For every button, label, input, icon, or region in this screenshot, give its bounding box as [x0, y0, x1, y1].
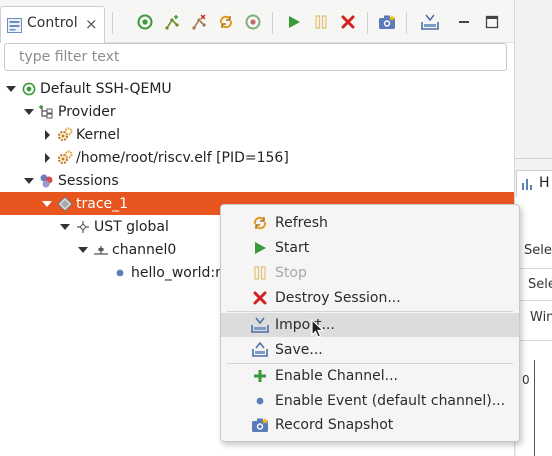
- menu-label: Destroy Session...: [275, 290, 401, 306]
- target-connected-icon: [21, 81, 37, 97]
- tree-item-process[interactable]: /home/root/riscv.elf [PID=156]: [40, 146, 289, 169]
- menu-item-stop[interactable]: Stop: [221, 261, 519, 285]
- tree-item-channel0[interactable]: channel0: [76, 238, 176, 261]
- selection-end-label: Sele: [528, 277, 552, 292]
- tree-label: /home/root/riscv.elf [PID=156]: [76, 149, 289, 166]
- toolbar-separator: [272, 12, 273, 34]
- tab-control[interactable]: Control ×: [0, 6, 105, 43]
- stop-icon: [251, 264, 269, 282]
- delete-connection-icon[interactable]: [190, 13, 208, 31]
- destroy-icon[interactable]: [339, 13, 357, 31]
- window-span-label: Win: [530, 310, 552, 325]
- row-divider: [518, 300, 552, 301]
- filter-box[interactable]: [4, 43, 507, 71]
- row-divider: [518, 268, 552, 269]
- event-icon: [112, 265, 128, 281]
- menu-item-destroy-session[interactable]: Destroy Session...: [221, 286, 519, 310]
- collapsed-arrow-icon[interactable]: [40, 128, 54, 142]
- minimize-icon[interactable]: [455, 13, 473, 31]
- menu-item-enable-channel[interactable]: Enable Channel...: [221, 364, 519, 388]
- menu-label: Record Snapshot: [275, 417, 394, 433]
- toolbar-separator: [112, 12, 113, 34]
- gears-icon: [57, 150, 73, 166]
- close-icon[interactable]: ×: [85, 15, 98, 33]
- domain-icon: [75, 219, 91, 235]
- expanded-arrow-icon[interactable]: [76, 243, 90, 257]
- expanded-arrow-icon[interactable]: [22, 105, 36, 119]
- tree-label: Provider: [58, 103, 116, 120]
- tree-item-provider[interactable]: Provider: [22, 100, 116, 123]
- maximize-icon[interactable]: [483, 13, 501, 31]
- gears-icon: [57, 127, 73, 143]
- menu-label: Import...: [275, 317, 335, 333]
- record-snapshot-icon: [251, 416, 269, 434]
- start-icon[interactable]: [285, 13, 303, 31]
- tree-item-kernel[interactable]: Kernel: [40, 123, 120, 146]
- axis-line: [534, 360, 535, 456]
- tree-item-target[interactable]: Default SSH-QEMU: [0, 77, 514, 100]
- menu-item-start[interactable]: Start: [221, 236, 519, 260]
- tree-label: UST global: [94, 218, 169, 235]
- session-icon: [57, 195, 73, 212]
- filter-input[interactable]: [17, 44, 501, 70]
- mouse-cursor-icon: [311, 318, 325, 343]
- tree-label: channel0: [112, 241, 177, 258]
- menu-label: Save...: [275, 342, 323, 358]
- disconnect-icon[interactable]: [244, 13, 262, 31]
- refresh-tool-icon[interactable]: [217, 13, 235, 31]
- stop-icon[interactable]: [312, 13, 330, 31]
- import-icon: [251, 316, 269, 334]
- toolbar-separator: [367, 12, 368, 34]
- record-snapshot-icon[interactable]: [378, 13, 396, 31]
- menu-item-refresh[interactable]: Refresh: [221, 211, 519, 235]
- toolbar-separator: [406, 12, 407, 34]
- menu-label: Stop: [275, 265, 307, 281]
- expanded-arrow-icon[interactable]: [22, 174, 36, 188]
- import-icon[interactable]: [421, 13, 439, 31]
- tab-label: H: [539, 175, 550, 191]
- tree-label: trace_1: [76, 195, 129, 212]
- sessions-icon: [39, 173, 55, 189]
- destroy-icon: [251, 289, 269, 307]
- tree-label: hello_world:m: [131, 264, 229, 281]
- tab-histogram[interactable]: H: [516, 170, 552, 198]
- menu-item-save[interactable]: Save...: [221, 338, 519, 362]
- tree-label: Sessions: [58, 172, 119, 189]
- event-icon: [251, 392, 269, 410]
- menu-separator: [227, 311, 513, 312]
- channel-icon: [93, 242, 109, 258]
- refresh-icon: [251, 214, 269, 232]
- menu-label: Enable Event (default channel)...: [275, 393, 506, 409]
- provider-icon: [39, 104, 55, 120]
- save-icon: [251, 341, 269, 359]
- expanded-arrow-icon[interactable]: [4, 82, 18, 96]
- selection-start-label: Sele: [524, 243, 552, 258]
- axis-value: 0: [522, 373, 530, 387]
- add-icon: [251, 367, 269, 385]
- menu-label: Enable Channel...: [275, 368, 398, 384]
- tree-item-ust-global[interactable]: UST global: [58, 215, 169, 238]
- collapsed-arrow-icon[interactable]: [40, 151, 54, 165]
- new-connection-icon[interactable]: [163, 13, 181, 31]
- menu-item-record-snapshot[interactable]: Record Snapshot: [221, 413, 519, 437]
- tree-label: Kernel: [76, 126, 120, 143]
- menu-item-import[interactable]: Import...: [221, 313, 519, 337]
- expanded-arrow-icon[interactable]: [58, 220, 72, 234]
- menu-label: Start: [275, 240, 310, 256]
- connect-icon[interactable]: [136, 13, 154, 31]
- row-divider: [518, 340, 552, 341]
- expanded-arrow-icon[interactable]: [40, 197, 54, 211]
- tab-label: Control: [27, 15, 78, 31]
- tree-label: Default SSH-QEMU: [40, 80, 172, 97]
- context-menu: Refresh Start Stop Destroy Session... Im…: [220, 204, 520, 442]
- control-view-icon: [7, 18, 22, 33]
- start-icon: [251, 239, 269, 257]
- tree-item-sessions[interactable]: Sessions: [22, 169, 119, 192]
- menu-item-enable-event[interactable]: Enable Event (default channel)...: [221, 389, 519, 413]
- menu-label: Refresh: [275, 215, 328, 231]
- histogram-icon: [521, 177, 535, 195]
- panel-divider: [514, 158, 552, 159]
- tree-item-event[interactable]: hello_world:m: [112, 261, 229, 284]
